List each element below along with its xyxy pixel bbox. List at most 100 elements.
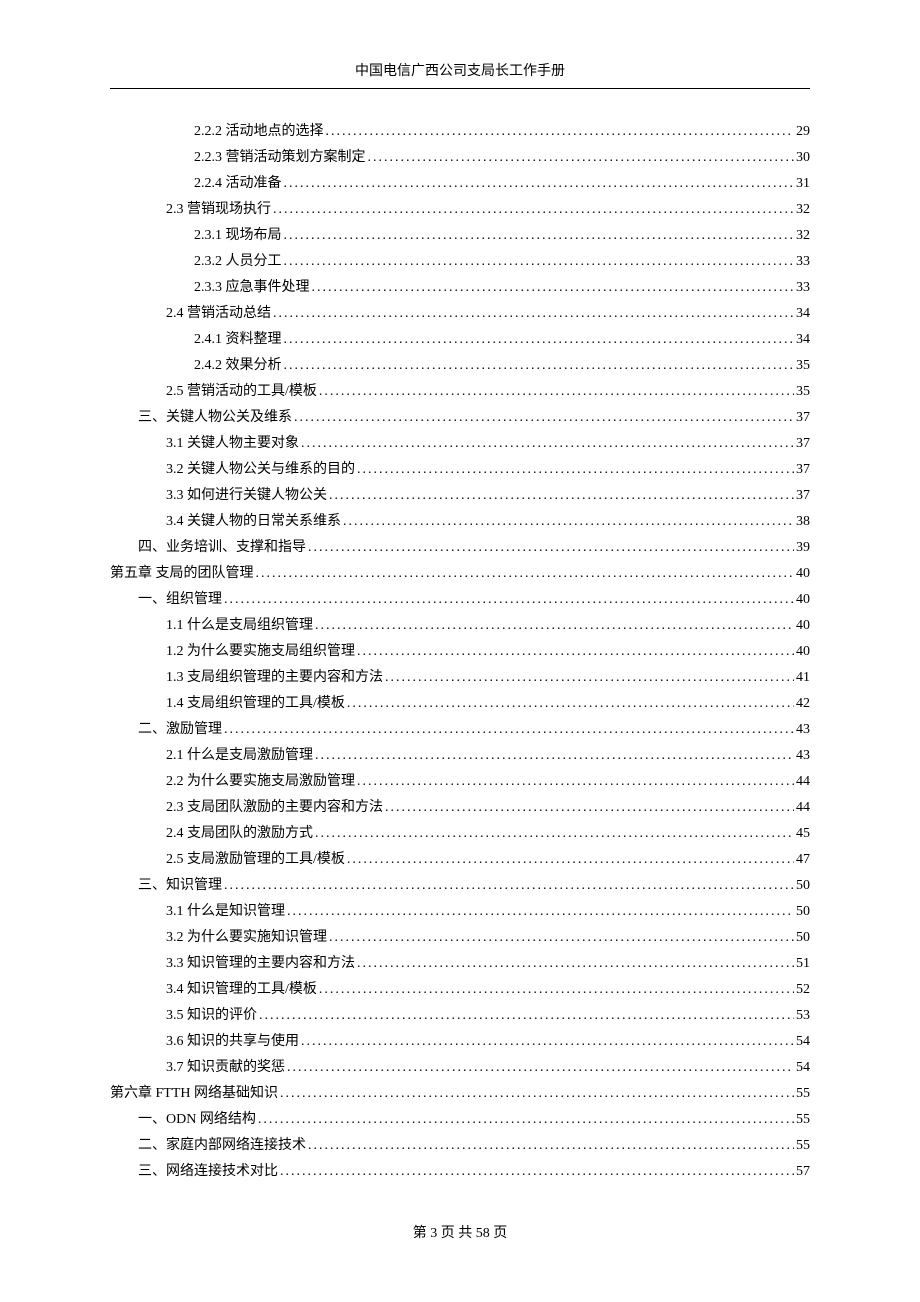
- toc-entry[interactable]: 2.2.2 活动地点的选择 29: [110, 119, 810, 145]
- toc-entry[interactable]: 三、网络连接技术对比57: [110, 1159, 810, 1185]
- toc-entry-title: 3.1 关键人物主要对象: [166, 431, 299, 457]
- toc-dots: [284, 171, 795, 197]
- toc-entry-page: 31: [796, 171, 810, 197]
- toc-entry[interactable]: 二、家庭内部网络连接技术 55: [110, 1133, 810, 1159]
- toc-entry[interactable]: 3.1 什么是知识管理50: [110, 899, 810, 925]
- toc-dots: [301, 431, 794, 457]
- toc-entry[interactable]: 一、ODN 网络结构55: [110, 1107, 810, 1133]
- toc-entry[interactable]: 第六章 FTTH 网络基础知识 55: [110, 1081, 810, 1107]
- toc-entry-title: 3.7 知识贡献的奖惩: [166, 1055, 285, 1081]
- toc-entry[interactable]: 3.7 知识贡献的奖惩 54: [110, 1055, 810, 1081]
- toc-entry[interactable]: 1.3 支局组织管理的主要内容和方法41: [110, 665, 810, 691]
- toc-entry[interactable]: 2.3.3 应急事件处理33: [110, 275, 810, 301]
- toc-entry[interactable]: 一、组织管理40: [110, 587, 810, 613]
- toc-entry[interactable]: 3.2 关键人物公关与维系的目的 37: [110, 457, 810, 483]
- toc-entry-page: 55: [796, 1081, 810, 1107]
- toc-dots: [301, 1029, 794, 1055]
- toc-entry[interactable]: 2.3.2 人员分工33: [110, 249, 810, 275]
- toc-entry[interactable]: 1.4 支局组织管理的工具/模板42: [110, 691, 810, 717]
- toc-entry[interactable]: 3.3 如何进行关键人物公关37: [110, 483, 810, 509]
- toc-entry[interactable]: 2.2.4 活动准备 31: [110, 171, 810, 197]
- toc-entry[interactable]: 2.5 支局激励管理的工具/模板47: [110, 847, 810, 873]
- toc-entry-title: 3.4 关键人物的日常关系维系: [166, 509, 341, 535]
- toc-dots: [319, 977, 794, 1003]
- toc-entry[interactable]: 3.5 知识的评价53: [110, 1003, 810, 1029]
- toc-entry-page: 34: [796, 327, 810, 353]
- toc-entry-title: 2.3 支局团队激励的主要内容和方法: [166, 795, 383, 821]
- toc-entry[interactable]: 3.1 关键人物主要对象37: [110, 431, 810, 457]
- toc-entry-page: 43: [796, 717, 810, 743]
- toc-entry[interactable]: 第五章 支局的团队管理 40: [110, 561, 810, 587]
- toc-dots: [315, 821, 794, 847]
- toc-entry-page: 55: [796, 1133, 810, 1159]
- toc-dots: [326, 119, 795, 145]
- toc-entry-title: 2.2.2 活动地点的选择: [194, 119, 324, 145]
- toc-entry[interactable]: 2.4.2 效果分析35: [110, 353, 810, 379]
- toc-entry-page: 29: [796, 119, 810, 145]
- toc-dots: [319, 379, 794, 405]
- toc-dots: [258, 1107, 794, 1133]
- toc-entry-page: 39: [796, 535, 810, 561]
- toc-entry-page: 35: [796, 353, 810, 379]
- toc-entry-title: 1.3 支局组织管理的主要内容和方法: [166, 665, 383, 691]
- toc-dots: [357, 457, 794, 483]
- toc-entry[interactable]: 2.2.3 营销活动策划方案制定30: [110, 145, 810, 171]
- toc-dots: [329, 483, 794, 509]
- toc-entry[interactable]: 2.1 什么是支局激励管理 43: [110, 743, 810, 769]
- toc-dots: [312, 275, 795, 301]
- toc-entry-page: 37: [796, 457, 810, 483]
- toc-entry[interactable]: 3.2 为什么要实施知识管理50: [110, 925, 810, 951]
- table-of-contents: 2.2.2 活动地点的选择 292.2.3 营销活动策划方案制定302.2.4 活…: [110, 119, 810, 1185]
- toc-entry[interactable]: 2.4 营销活动总结34: [110, 301, 810, 327]
- toc-dots: [294, 405, 794, 431]
- toc-entry-page: 40: [796, 639, 810, 665]
- toc-dots: [280, 1081, 794, 1107]
- toc-entry-page: 37: [796, 483, 810, 509]
- toc-entry[interactable]: 三、关键人物公关及维系37: [110, 405, 810, 431]
- toc-entry-title: 一、ODN 网络结构: [138, 1107, 256, 1133]
- toc-dots: [280, 1159, 794, 1185]
- toc-entry[interactable]: 3.4 知识管理的工具/模板52: [110, 977, 810, 1003]
- toc-entry-title: 二、家庭内部网络连接技术: [138, 1133, 306, 1159]
- toc-entry-page: 32: [796, 197, 810, 223]
- toc-entry-page: 37: [796, 405, 810, 431]
- toc-entry-title: 2.3.2 人员分工: [194, 249, 282, 275]
- toc-entry-title: 3.3 知识管理的主要内容和方法: [166, 951, 355, 977]
- toc-entry-page: 32: [796, 223, 810, 249]
- toc-entry[interactable]: 3.3 知识管理的主要内容和方法51: [110, 951, 810, 977]
- toc-entry[interactable]: 2.4.1 资料整理34: [110, 327, 810, 353]
- toc-dots: [385, 665, 794, 691]
- toc-entry[interactable]: 二、激励管理43: [110, 717, 810, 743]
- toc-entry-title: 2.4 营销活动总结: [166, 301, 271, 327]
- toc-entry[interactable]: 2.5 营销活动的工具/模板35: [110, 379, 810, 405]
- page-footer: 第 3 页 共 58 页: [0, 1222, 920, 1242]
- toc-entry[interactable]: 3.6 知识的共享与使用54: [110, 1029, 810, 1055]
- toc-entry[interactable]: 2.2 为什么要实施支局激励管理44: [110, 769, 810, 795]
- toc-entry[interactable]: 3.4 关键人物的日常关系维系38: [110, 509, 810, 535]
- toc-entry-title: 第六章 FTTH 网络基础知识: [110, 1081, 278, 1107]
- toc-entry-title: 2.2.4 活动准备: [194, 171, 282, 197]
- toc-dots: [273, 301, 794, 327]
- toc-entry[interactable]: 2.3 营销现场执行32: [110, 197, 810, 223]
- toc-entry-page: 43: [796, 743, 810, 769]
- toc-dots: [343, 509, 794, 535]
- toc-dots: [315, 613, 794, 639]
- toc-entry[interactable]: 2.3 支局团队激励的主要内容和方法44: [110, 795, 810, 821]
- toc-entry-title: 2.4 支局团队的激励方式: [166, 821, 313, 847]
- toc-dots: [308, 1133, 794, 1159]
- toc-entry[interactable]: 2.4 支局团队的激励方式45: [110, 821, 810, 847]
- toc-entry[interactable]: 1.2 为什么要实施支局组织管理40: [110, 639, 810, 665]
- toc-entry[interactable]: 1.1 什么是支局组织管理40: [110, 613, 810, 639]
- toc-entry-page: 54: [796, 1055, 810, 1081]
- toc-entry-title: 3.2 关键人物公关与维系的目的: [166, 457, 355, 483]
- toc-entry-title: 2.5 营销活动的工具/模板: [166, 379, 317, 405]
- toc-entry-title: 2.1 什么是支局激励管理: [166, 743, 313, 769]
- toc-entry[interactable]: 2.3.1 现场布局32: [110, 223, 810, 249]
- toc-entry-title: 三、知识管理: [138, 873, 222, 899]
- toc-dots: [287, 1055, 794, 1081]
- toc-dots: [259, 1003, 794, 1029]
- toc-entry-title: 1.4 支局组织管理的工具/模板: [166, 691, 345, 717]
- toc-entry-page: 50: [796, 925, 810, 951]
- toc-entry[interactable]: 四、业务培训、支撑和指导39: [110, 535, 810, 561]
- toc-entry[interactable]: 三、知识管理50: [110, 873, 810, 899]
